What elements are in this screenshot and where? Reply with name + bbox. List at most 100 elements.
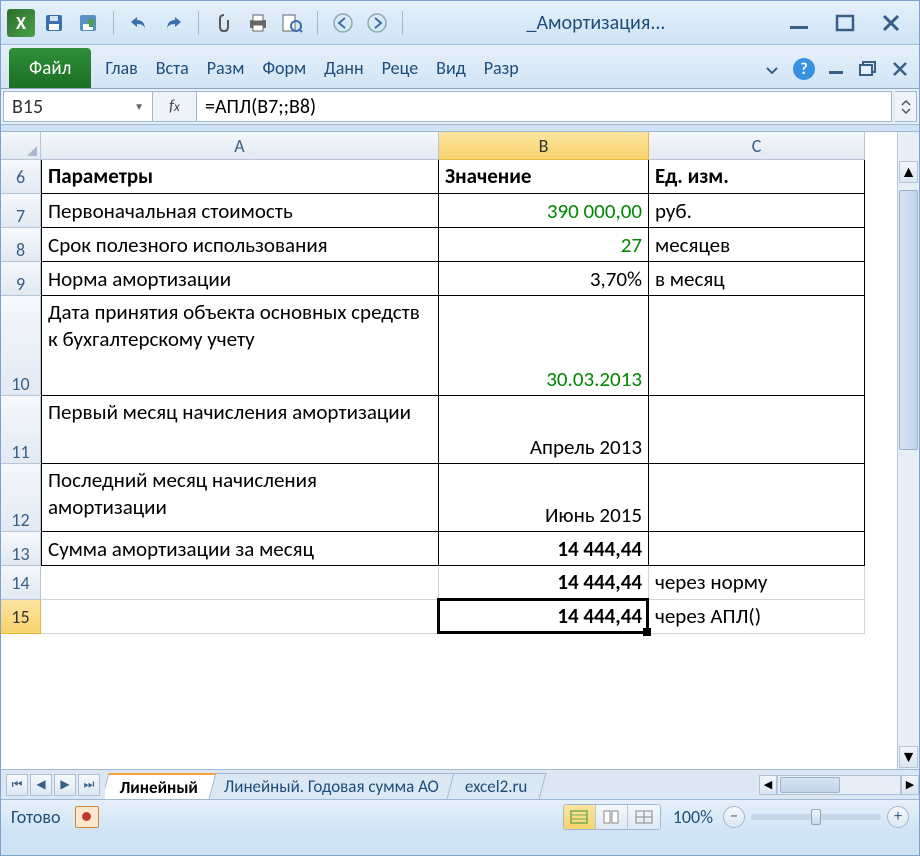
excel-app-icon[interactable] <box>7 9 35 37</box>
col-header-b[interactable]: B <box>439 132 649 160</box>
col-header-a[interactable]: A <box>41 132 439 160</box>
row-header[interactable]: 10 <box>1 296 41 396</box>
tab-insert[interactable]: Вста <box>148 48 197 88</box>
cell[interactable]: Значение <box>439 160 649 194</box>
expand-formula-bar-icon[interactable] <box>895 91 917 122</box>
tab-developer[interactable]: Разр <box>476 48 527 88</box>
window-restore-icon[interactable] <box>855 56 881 82</box>
normal-view-icon[interactable] <box>564 805 596 829</box>
scrollbar-thumb[interactable] <box>780 777 840 793</box>
cell[interactable]: Срок полезного использования <box>41 228 439 262</box>
cell[interactable]: Параметры <box>41 160 439 194</box>
sheet-tab-active[interactable]: Линейный <box>105 773 217 799</box>
cell[interactable]: месяцев <box>649 228 865 262</box>
print-preview-icon[interactable] <box>279 10 305 36</box>
page-layout-view-icon[interactable] <box>596 805 628 829</box>
next-sheet-icon[interactable]: ▶ <box>54 774 76 796</box>
zoom-percent[interactable]: 100% <box>673 806 713 828</box>
cell[interactable]: Ед. изм. <box>649 160 865 194</box>
window-minimize-icon[interactable] <box>823 56 849 82</box>
cell[interactable]: в месяц <box>649 262 865 296</box>
sheet-tab[interactable]: excel2.ru <box>447 773 546 799</box>
zoom-track[interactable] <box>751 814 881 820</box>
cell[interactable]: Сумма амортизации за месяц <box>41 532 439 566</box>
file-tab[interactable]: Файл <box>9 48 91 88</box>
window-close-icon[interactable] <box>887 56 913 82</box>
dropdown-icon[interactable]: ▼ <box>134 100 144 113</box>
row-header[interactable]: 11 <box>1 396 41 464</box>
sheet-tab[interactable]: Линейный. Годовая сумма АО <box>206 773 458 799</box>
scroll-left-icon[interactable]: ◀ <box>759 775 777 795</box>
zoom-out-button[interactable]: − <box>723 806 745 828</box>
cell[interactable]: Последний месяц начисления амортизации <box>41 464 439 532</box>
last-sheet-icon[interactable]: ⏭ <box>78 774 100 796</box>
attach-icon[interactable] <box>211 10 237 36</box>
select-all-corner[interactable] <box>1 132 41 160</box>
fx-icon[interactable]: fx <box>153 91 197 122</box>
page-break-view-icon[interactable] <box>628 805 660 829</box>
cell[interactable]: 14 444,44 <box>439 566 649 600</box>
scroll-right-icon[interactable]: ▶ <box>901 775 919 795</box>
scrollbar-thumb[interactable] <box>899 190 918 450</box>
tab-formulas[interactable]: Форм <box>254 48 314 88</box>
maximize-button[interactable] <box>831 12 859 34</box>
minimize-button[interactable] <box>785 12 813 34</box>
cell[interactable]: через норму <box>649 566 865 600</box>
cell[interactable]: 14 444,44 <box>439 532 649 566</box>
cell[interactable]: Дата принятия объекта основных средств к… <box>41 296 439 396</box>
zoom-in-button[interactable]: + <box>887 806 909 828</box>
cell[interactable] <box>649 396 865 464</box>
formula-input[interactable]: =АПЛ(B7;;B8) <box>197 91 892 122</box>
tab-view[interactable]: Вид <box>428 48 474 88</box>
scroll-up-icon[interactable]: ▲ <box>899 161 918 183</box>
cell[interactable] <box>649 532 865 566</box>
row-header[interactable]: 15 <box>1 600 41 634</box>
print-icon[interactable] <box>245 10 271 36</box>
undo-icon[interactable] <box>126 10 152 36</box>
cell[interactable]: 3,70% <box>439 262 649 296</box>
cell[interactable]: 14 444,44 <box>439 600 649 634</box>
row-header[interactable]: 14 <box>1 566 41 600</box>
nav-back-icon[interactable] <box>330 10 356 36</box>
cell[interactable]: Апрель 2013 <box>439 396 649 464</box>
row-header[interactable]: 8 <box>1 228 41 262</box>
close-button[interactable] <box>877 12 905 34</box>
scroll-down-icon[interactable]: ▼ <box>899 746 918 768</box>
prev-sheet-icon[interactable]: ◀ <box>30 774 52 796</box>
horizontal-scrollbar[interactable]: ◀ ▶ <box>759 775 919 795</box>
cell[interactable]: Июнь 2015 <box>439 464 649 532</box>
zoom-thumb[interactable] <box>811 809 821 825</box>
row-header[interactable]: 7 <box>1 194 41 228</box>
help-button[interactable]: ? <box>791 56 817 82</box>
tab-layout[interactable]: Разм <box>199 48 253 88</box>
cell[interactable] <box>41 600 439 634</box>
cell[interactable]: Первый месяц начисления амортизации <box>41 396 439 464</box>
cell[interactable] <box>649 296 865 396</box>
row-header[interactable]: 13 <box>1 532 41 566</box>
col-header-c[interactable]: C <box>649 132 865 160</box>
tab-review[interactable]: Реце <box>374 48 427 88</box>
tab-home[interactable]: Глав <box>97 48 145 88</box>
cell[interactable]: Норма амортизации <box>41 262 439 296</box>
row-header[interactable]: 9 <box>1 262 41 296</box>
cell[interactable]: Первоначальная стоимость <box>41 194 439 228</box>
save-as-icon[interactable] <box>75 10 101 36</box>
ribbon-minimize-icon[interactable] <box>759 56 785 82</box>
nav-forward-icon[interactable] <box>364 10 390 36</box>
macro-record-icon[interactable] <box>75 806 99 828</box>
tab-data[interactable]: Данн <box>316 48 371 88</box>
row-header[interactable]: 6 <box>1 160 41 194</box>
cell[interactable]: руб. <box>649 194 865 228</box>
cell[interactable]: через АПЛ() <box>649 600 865 634</box>
cell[interactable] <box>41 566 439 600</box>
first-sheet-icon[interactable]: ⏮ <box>6 774 28 796</box>
cell[interactable] <box>649 464 865 532</box>
cell[interactable]: 27 <box>439 228 649 262</box>
name-box[interactable]: B15 ▼ <box>3 91 153 122</box>
vertical-scrollbar[interactable]: ▲ ▼ <box>897 132 919 769</box>
save-icon[interactable] <box>41 10 67 36</box>
row-header[interactable]: 12 <box>1 464 41 532</box>
redo-icon[interactable] <box>160 10 186 36</box>
cell[interactable]: 30.03.2013 <box>439 296 649 396</box>
cell[interactable]: 390 000,00 <box>439 194 649 228</box>
